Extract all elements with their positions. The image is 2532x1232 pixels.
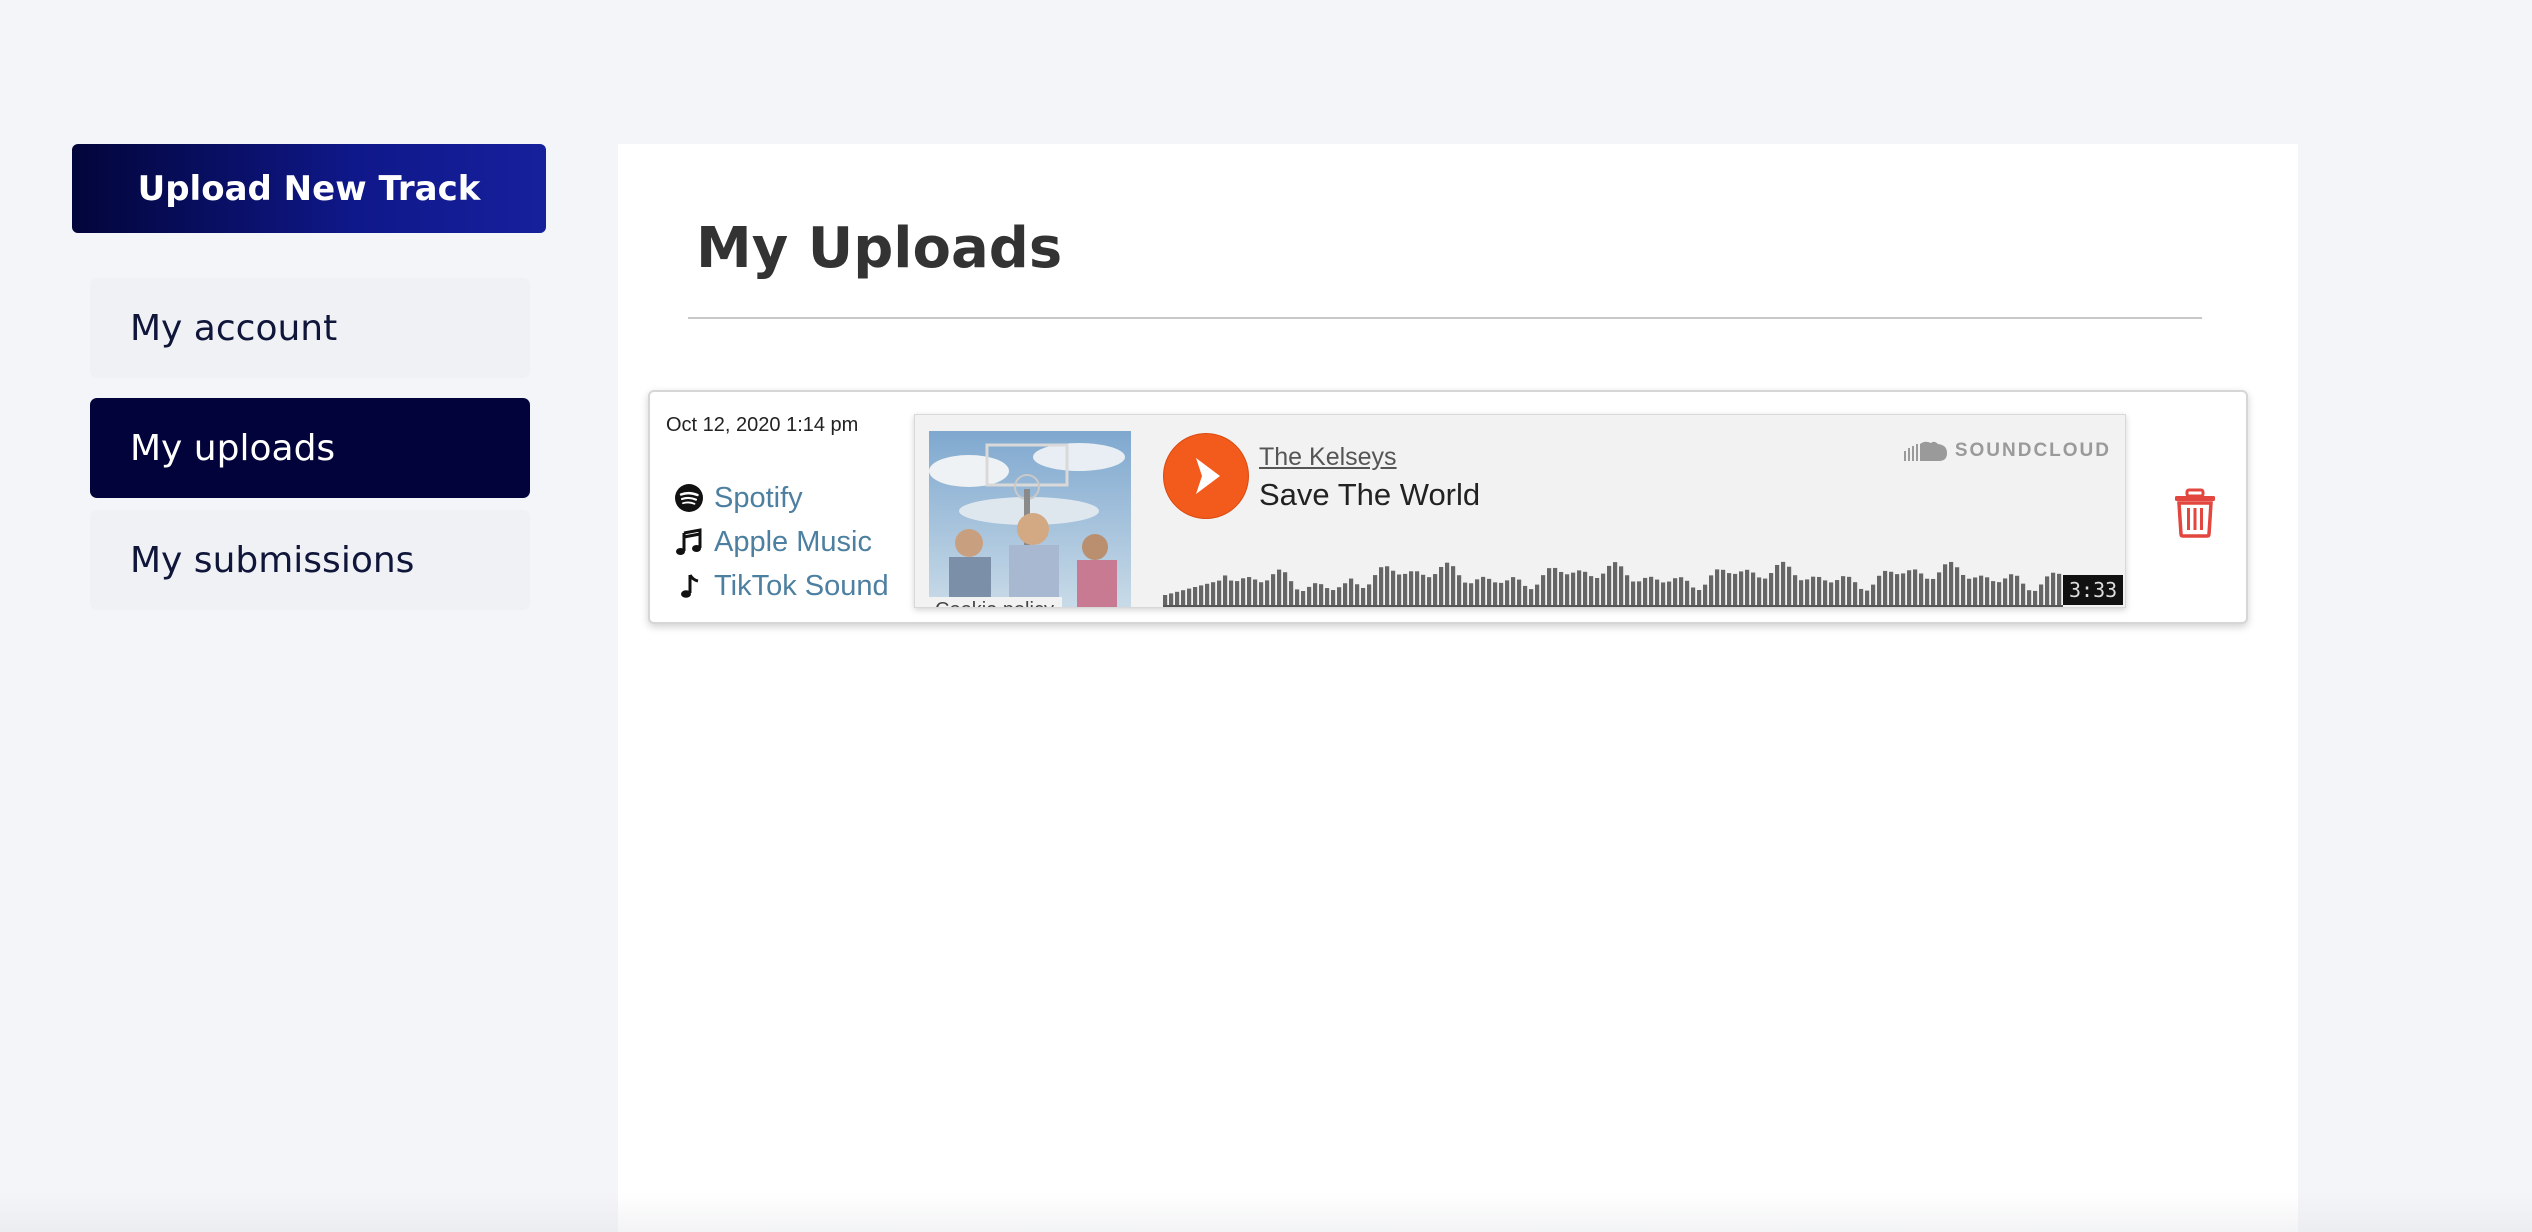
- cookie-policy-link[interactable]: Cookie policy: [929, 597, 1062, 607]
- spotify-link-label: Spotify: [714, 481, 803, 514]
- tiktok-note-icon: [674, 571, 704, 601]
- spotify-link[interactable]: Spotify: [674, 476, 889, 520]
- main-panel: My Uploads Oct 12, 2020 1:14 pm Spotify: [618, 144, 2298, 1232]
- page-title: My Uploads: [696, 216, 1063, 281]
- tiktok-sound-link-label: TikTok Sound: [714, 569, 889, 602]
- apple-music-link[interactable]: Apple Music: [674, 520, 889, 564]
- sidebar-item-my-uploads[interactable]: My uploads: [90, 398, 530, 498]
- upload-date: Oct 12, 2020 1:14 pm: [666, 414, 859, 436]
- waveform[interactable]: [1163, 535, 2063, 607]
- upload-new-track-button[interactable]: Upload New Track: [72, 144, 546, 233]
- tiktok-sound-link[interactable]: TikTok Sound: [674, 564, 889, 608]
- upload-card: Oct 12, 2020 1:14 pm Spotify Apple Music…: [648, 390, 2248, 624]
- sidebar-item-label: My uploads: [130, 427, 336, 469]
- sidebar-item-my-account[interactable]: My account: [90, 278, 530, 378]
- track-artist-link[interactable]: The Kelseys: [1259, 443, 1397, 472]
- track-artwork[interactable]: Cookie policy: [929, 431, 1131, 607]
- sidebar-item-label: My account: [130, 307, 338, 349]
- music-note-icon: [674, 527, 704, 557]
- play-button[interactable]: [1163, 433, 1249, 519]
- sidebar-item-label: My submissions: [130, 539, 415, 581]
- streaming-links: Spotify Apple Music TikTok Sound: [674, 476, 889, 608]
- title-divider: [688, 317, 2202, 319]
- track-title: Save The World: [1259, 477, 1481, 512]
- spotify-icon: [674, 483, 704, 513]
- apple-music-link-label: Apple Music: [714, 525, 872, 558]
- soundcloud-logo[interactable]: SOUNDCLOUD: [1903, 439, 2111, 463]
- trash-icon: [2175, 488, 2215, 538]
- soundcloud-player: Cookie policy The Kelseys Save The World…: [914, 414, 2126, 608]
- track-duration: 3:33: [2063, 575, 2124, 605]
- sidebar-item-my-submissions[interactable]: My submissions: [90, 510, 530, 610]
- soundcloud-brand-label: SOUNDCLOUD: [1954, 440, 2111, 461]
- delete-upload-button[interactable]: [2172, 488, 2218, 538]
- play-icon: [1196, 458, 1220, 494]
- soundcloud-cloud-icon: [1903, 441, 1947, 461]
